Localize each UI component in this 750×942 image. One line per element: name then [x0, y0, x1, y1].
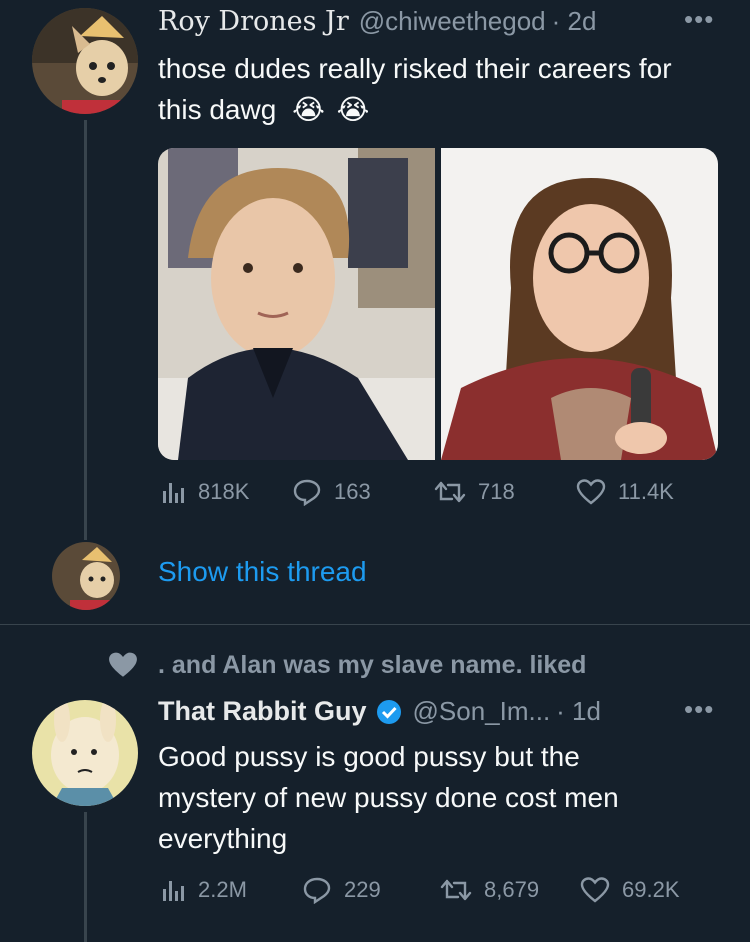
retweet-icon	[440, 879, 472, 901]
thread-connector-2	[84, 812, 87, 942]
tweet1-reply[interactable]: 163	[292, 478, 434, 506]
heart-icon	[576, 479, 606, 505]
crying-emoji-icon: 😭	[292, 94, 325, 125]
tweet1-like-count: 11.4K	[618, 479, 674, 504]
reply-icon	[303, 877, 331, 904]
tweet2-views[interactable]: 2.2M	[160, 877, 302, 903]
tweet2-text-line: everything	[158, 823, 288, 854]
tweet1-views[interactable]: 818K	[160, 479, 292, 505]
tweet1-reply-count: 163	[334, 479, 371, 504]
tweet2-text-line: Good pussy is good pussy but the	[158, 741, 580, 772]
tweet1-display-name[interactable]: Roy Drones Jr	[158, 6, 349, 37]
tweet2-actions: 2.2M 229 8,679 69.2K	[160, 876, 720, 904]
media-photo-left[interactable]	[158, 148, 435, 460]
tweet1-media[interactable]	[158, 148, 718, 460]
tweet2-reply[interactable]: 229	[302, 876, 440, 904]
tweet2-views-count: 2.2M	[198, 877, 247, 902]
tweet1-views-count: 818K	[198, 479, 250, 504]
reply-icon	[293, 479, 321, 506]
views-icon	[163, 881, 184, 901]
views-icon	[163, 483, 184, 503]
tweet1-header: Roy Drones Jr @chiweethegod · 2d	[158, 6, 728, 37]
tweet1-time[interactable]: · 2d	[552, 6, 597, 37]
tweet1-text-block: those dudes really risked their careers …	[158, 48, 718, 130]
tweet1-retweet[interactable]: 718	[434, 479, 576, 505]
tweet1-handle[interactable]: @chiweethegod	[359, 6, 546, 37]
tweet-divider	[0, 624, 750, 625]
tweet2-time[interactable]: · 1d	[556, 696, 601, 727]
tweet2-like-count: 69.2K	[622, 877, 680, 902]
tweet2-text-line: mystery of new pussy done cost men	[158, 782, 619, 813]
tweet2-reply-count: 229	[344, 877, 381, 902]
tweet2-more-icon[interactable]: •••	[684, 694, 714, 725]
tweet2-like[interactable]: 69.2K	[580, 876, 680, 904]
thread-connector	[84, 120, 87, 540]
avatar-that-rabbit-guy[interactable]	[32, 700, 138, 806]
tweet2-handle[interactable]: @Son_Im...	[413, 696, 551, 727]
tweet2-text: Good pussy is good pussy but the mystery…	[158, 736, 718, 859]
tweet2-retweet-count: 8,679	[484, 877, 540, 902]
retweet-icon	[434, 481, 466, 503]
liked-context: . and Alan was my slave name. liked	[106, 650, 586, 680]
heart-icon	[580, 877, 610, 903]
tweet1-actions: 818K 163 718 11.4K	[160, 478, 720, 506]
thread-avatar[interactable]	[52, 542, 120, 610]
tweet2-display-name[interactable]: That Rabbit Guy	[158, 696, 367, 727]
tweet1-text: those dudes really risked their careers …	[158, 53, 672, 125]
verified-badge-icon	[376, 699, 401, 724]
avatar-roy-drones[interactable]	[32, 8, 138, 114]
tweet2-header: That Rabbit Guy @Son_Im... · 1d	[158, 696, 728, 727]
tweet2-retweet[interactable]: 8,679	[440, 877, 580, 903]
tweet1-like[interactable]: 11.4K	[576, 478, 674, 506]
heart-filled-icon	[109, 652, 137, 677]
tweet1-retweet-count: 718	[478, 479, 515, 504]
tweet1-more-icon[interactable]: •••	[684, 4, 714, 35]
show-thread-link[interactable]: Show this thread	[158, 556, 367, 588]
media-photo-right[interactable]	[441, 148, 718, 460]
crying-emoji-icon: 😭	[336, 94, 370, 125]
liked-context-label[interactable]: . and Alan was my slave name. liked	[158, 651, 586, 680]
